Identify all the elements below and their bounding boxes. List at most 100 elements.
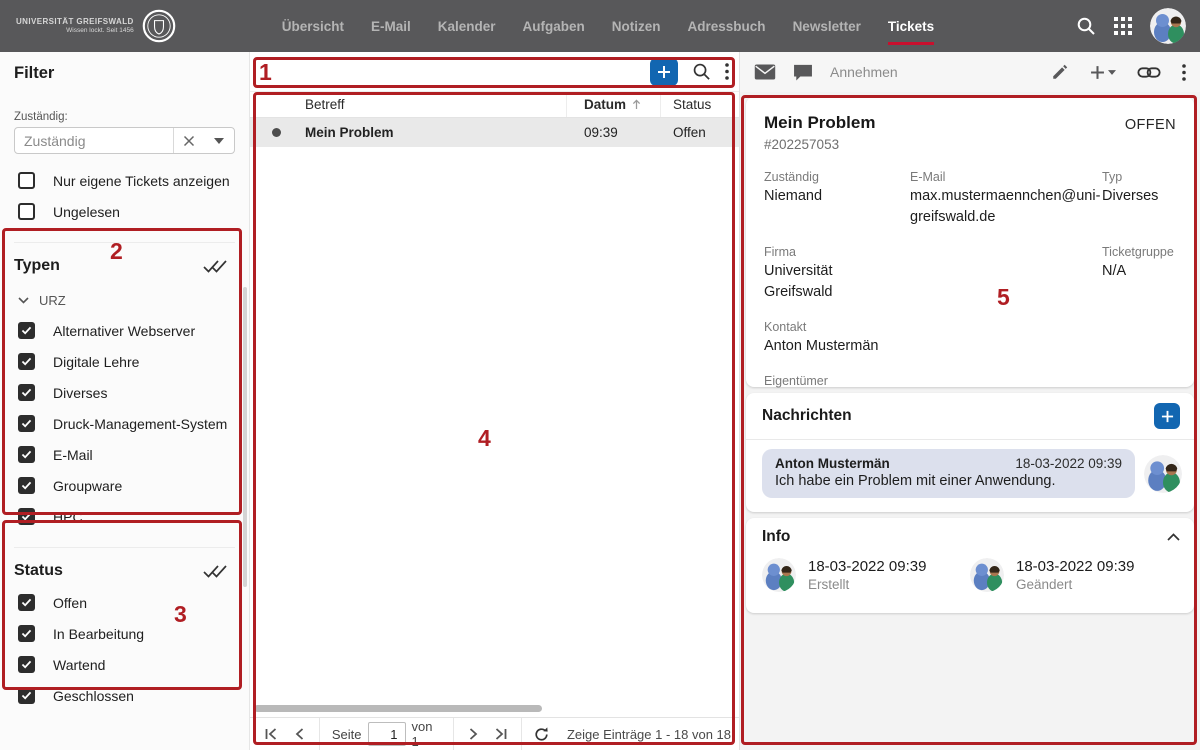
ticket-detail-pane: Annehmen Mein Pro: [740, 52, 1200, 750]
checkbox-checked-icon[interactable]: [18, 477, 35, 494]
zustaendig-input[interactable]: [15, 133, 173, 149]
nav-item-tickets[interactable]: Tickets: [888, 0, 934, 52]
message-flag-icon[interactable]: [793, 64, 813, 81]
divider: [521, 718, 522, 750]
university-logo[interactable]: UNIVERSITÄT GREIFSWALD Wissen lockt. Sei…: [16, 9, 176, 43]
first-page-button[interactable]: [258, 718, 285, 750]
checkbox-label: Geschlossen: [53, 688, 134, 704]
info-entry-erstellt: 18-03-2022 09:39 Erstellt: [762, 558, 970, 592]
search-icon[interactable]: [692, 62, 711, 81]
info-title: Info: [762, 528, 790, 546]
refresh-icon[interactable]: [527, 718, 554, 750]
ticket-search-input[interactable]: [260, 64, 636, 80]
field-firma: Firma Universität Greifswald: [764, 245, 910, 303]
status-checkbox-row[interactable]: Geschlossen: [18, 687, 231, 704]
filter-nur-eigene-checkbox-row[interactable]: Nur eigene Tickets anzeigen: [18, 172, 231, 189]
column-header-datum[interactable]: Datum: [567, 92, 661, 117]
nav-item-email[interactable]: E-Mail: [371, 0, 411, 52]
checkbox-checked-icon[interactable]: [18, 594, 35, 611]
ticket-fields: Zuständig Niemand E-Mail max.mustermaenn…: [764, 170, 1176, 411]
last-page-button[interactable]: [487, 718, 514, 750]
prev-page-button[interactable]: [285, 718, 312, 750]
collapse-chevron-up-icon[interactable]: [1167, 533, 1180, 541]
checkbox-checked-icon[interactable]: [18, 384, 35, 401]
checkbox-icon[interactable]: [18, 172, 35, 189]
status-checkbox-row[interactable]: Wartend: [18, 656, 231, 673]
message-author: Anton Mustermän: [775, 456, 890, 471]
caret-down-icon[interactable]: [204, 128, 234, 153]
add-message-button[interactable]: [1154, 403, 1180, 429]
message-avatar: [1144, 455, 1182, 493]
checkbox-checked-icon[interactable]: [18, 415, 35, 432]
list-toolbar: [250, 52, 739, 92]
typen-checkbox-row[interactable]: Digitale Lehre: [18, 353, 231, 370]
logo-line2: Wissen lockt. Seit 1456: [16, 27, 134, 35]
ticket-number: #202257053: [764, 137, 875, 152]
nav-item-notizen[interactable]: Notizen: [612, 0, 661, 52]
clear-icon[interactable]: [174, 128, 204, 153]
checkbox-checked-icon[interactable]: [18, 625, 35, 642]
logo-line1: UNIVERSITÄT GREIFSWALD: [16, 17, 134, 27]
nachrichten-title: Nachrichten: [762, 407, 852, 425]
status-checkbox-row[interactable]: In Bearbeitung: [18, 625, 231, 642]
status-section: Status Offen In Bearbeitung Wartend Gesc…: [14, 547, 235, 704]
user-avatar[interactable]: [1150, 8, 1186, 44]
unread-indicator: [272, 128, 281, 137]
typen-checkbox-row[interactable]: Druck-Management-System: [18, 415, 231, 432]
add-dropdown-button[interactable]: [1090, 65, 1116, 80]
checkbox-checked-icon[interactable]: [18, 656, 35, 673]
detail-toolbar: Annehmen: [740, 52, 1200, 92]
typen-checkbox-row[interactable]: Groupware: [18, 477, 231, 494]
typen-checkbox-row[interactable]: HPC: [18, 508, 231, 525]
checkbox-checked-icon[interactable]: [18, 322, 35, 339]
typen-checkbox-row[interactable]: Alternativer Webserver: [18, 322, 231, 339]
divider: [319, 718, 320, 750]
column-header-betreff[interactable]: Betreff: [302, 92, 567, 117]
typen-checkbox-row[interactable]: Diverses: [18, 384, 231, 401]
detail-more-options-icon[interactable]: [1182, 64, 1186, 81]
checkbox-checked-icon[interactable]: [18, 687, 35, 704]
nav-item-aufgaben[interactable]: Aufgaben: [523, 0, 585, 52]
edit-pencil-icon[interactable]: [1051, 63, 1069, 81]
nav-item-kalender[interactable]: Kalender: [438, 0, 496, 52]
sidebar-scrollbar[interactable]: [243, 287, 247, 587]
add-ticket-button[interactable]: [650, 58, 678, 86]
typen-checkbox-row[interactable]: E-Mail: [18, 446, 231, 463]
nav-item-adressbuch[interactable]: Adressbuch: [688, 0, 766, 52]
ticket-app: UNIVERSITÄT GREIFSWALD Wissen lockt. Sei…: [0, 0, 1200, 750]
status-title: Status: [14, 562, 63, 580]
checkbox-checked-icon[interactable]: [18, 446, 35, 463]
caret-down-icon: [1108, 70, 1116, 75]
nav-item-newsletter[interactable]: Newsletter: [793, 0, 861, 52]
filter-ungelesen-checkbox-row[interactable]: Ungelesen: [18, 203, 231, 220]
message-datetime: 18-03-2022 09:39: [1015, 456, 1122, 471]
column-label: Datum: [584, 97, 626, 112]
list-more-options-icon[interactable]: [725, 63, 729, 80]
nav-item-uebersicht[interactable]: Übersicht: [282, 0, 344, 52]
page-number-input[interactable]: [368, 722, 406, 746]
select-all-types-icon[interactable]: [203, 259, 227, 274]
checkbox-label: Digitale Lehre: [53, 354, 139, 370]
university-seal-icon: [142, 9, 176, 43]
apps-grid-icon[interactable]: [1113, 16, 1133, 36]
list-table-header: Betreff Datum Status: [250, 92, 739, 118]
horizontal-scrollbar[interactable]: [254, 705, 542, 712]
ticket-row[interactable]: Mein Problem 09:39 Offen: [250, 118, 739, 147]
typen-group-urz[interactable]: URZ: [18, 293, 235, 308]
link-icon[interactable]: [1137, 66, 1161, 79]
select-all-status-icon[interactable]: [203, 564, 227, 579]
checkbox-label: Groupware: [53, 478, 122, 494]
status-checkbox-row[interactable]: Offen: [18, 594, 231, 611]
next-page-button[interactable]: [460, 718, 487, 750]
info-datetime: 18-03-2022 09:39: [808, 558, 926, 575]
checkbox-checked-icon[interactable]: [18, 353, 35, 370]
email-icon[interactable]: [754, 64, 776, 80]
annehmen-button[interactable]: Annehmen: [830, 64, 898, 80]
checkbox-icon[interactable]: [18, 203, 35, 220]
info-body: 18-03-2022 09:39 Erstellt 18-03-2022 09:…: [746, 556, 1194, 592]
column-header-status[interactable]: Status: [661, 97, 739, 112]
ticket-list-pane: Betreff Datum Status Mein Problem 09:39 …: [250, 52, 740, 750]
global-search-icon[interactable]: [1076, 16, 1096, 36]
zustaendig-select[interactable]: [14, 127, 235, 154]
checkbox-checked-icon[interactable]: [18, 508, 35, 525]
